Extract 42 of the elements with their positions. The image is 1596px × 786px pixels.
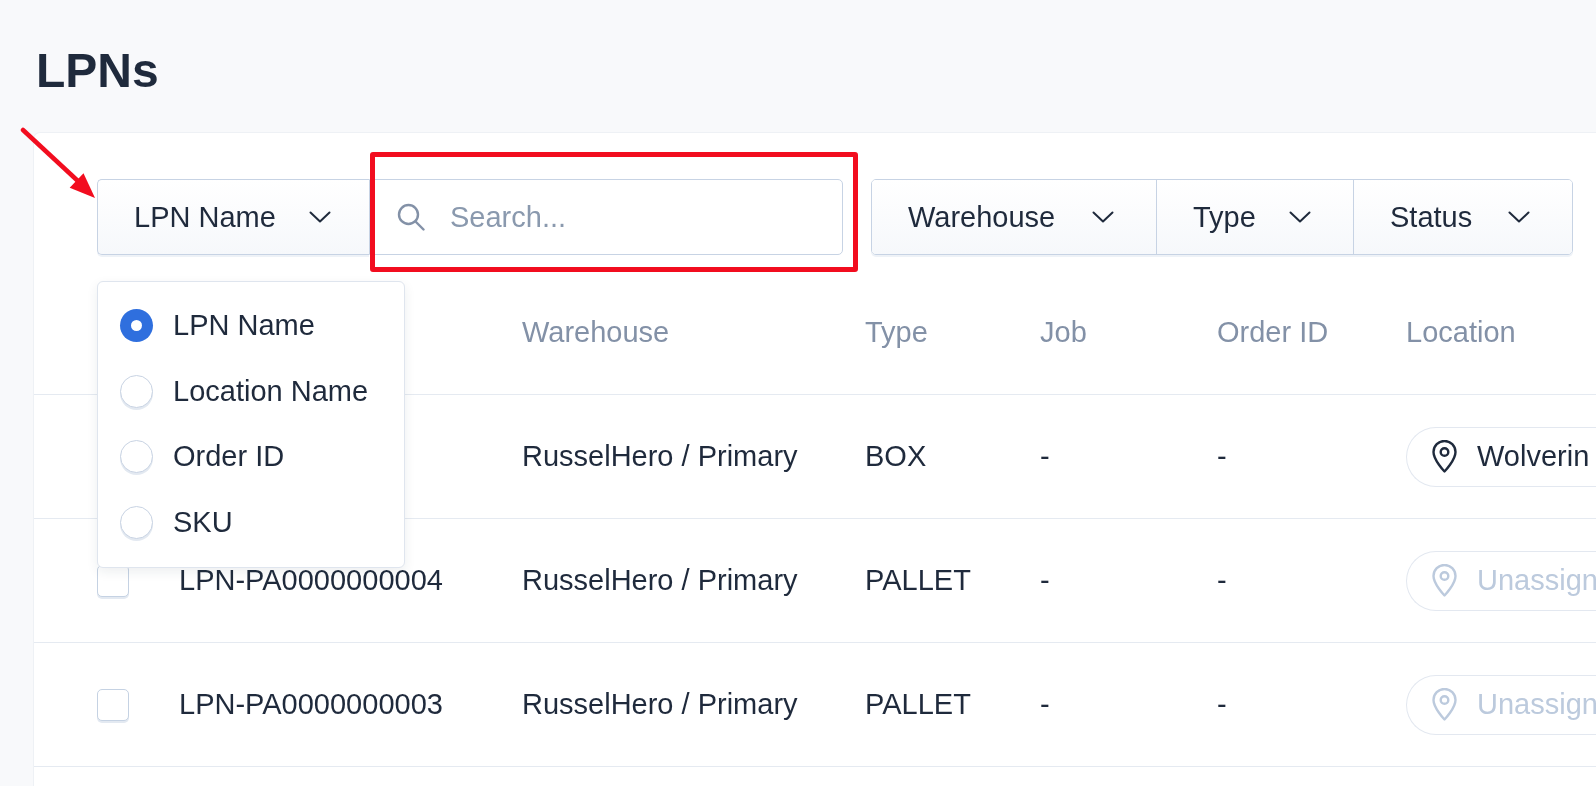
chevron-down-icon	[1092, 211, 1114, 223]
checkbox[interactable]	[97, 688, 129, 721]
map-pin-icon	[1432, 688, 1457, 721]
table-cell: -	[1217, 440, 1227, 473]
table-cell: BOX	[865, 440, 927, 473]
chevron-down-icon	[1289, 211, 1311, 223]
search-by-dropdown[interactable]: LPN Name	[97, 179, 369, 255]
column-header: Warehouse	[522, 315, 670, 349]
menu-option[interactable]: Location Name	[98, 358, 404, 425]
table-cell: LPN-PA0000000003	[179, 688, 443, 721]
map-pin-icon	[1432, 440, 1457, 473]
search-field[interactable]: Search...	[369, 179, 843, 255]
table-cell: RusselHero / Primary	[522, 440, 798, 473]
table-cell: -	[1217, 688, 1227, 721]
search-icon	[397, 203, 425, 231]
menu-option[interactable]: SKU	[98, 489, 404, 556]
table-cell: RusselHero / Primary	[522, 564, 798, 597]
page-title: LPNs	[36, 46, 159, 95]
menu-option[interactable]: LPN Name	[98, 293, 404, 359]
radio-button[interactable]	[120, 506, 153, 540]
table-cell: -	[1217, 564, 1227, 597]
table-cell: PALLET	[865, 564, 971, 597]
radio-button[interactable]	[120, 440, 153, 474]
filter-dropdown[interactable]: Warehouse	[872, 180, 1156, 254]
map-pin-icon	[1432, 564, 1457, 597]
chevron-down-icon	[1508, 211, 1530, 223]
table-cell: -	[1040, 440, 1050, 473]
column-header: Order ID	[1217, 315, 1329, 349]
filter-dropdown[interactable]: Status	[1353, 180, 1572, 254]
chevron-down-icon	[309, 211, 331, 223]
table-cell: LPN-PA0000000004	[179, 564, 443, 597]
column-header: Location	[1406, 315, 1516, 349]
table-cell: -	[1040, 564, 1050, 597]
table-cell: PALLET	[865, 688, 971, 721]
radio-button[interactable]	[120, 374, 153, 408]
radio-button[interactable]	[120, 309, 153, 343]
filter-dropdown[interactable]: Type	[1156, 180, 1353, 254]
menu-option[interactable]: Order ID	[98, 424, 404, 490]
table-cell: RusselHero / Primary	[522, 688, 798, 721]
column-header: Job	[1040, 315, 1087, 349]
column-header: Type	[865, 315, 928, 349]
table-cell: -	[1040, 688, 1050, 721]
